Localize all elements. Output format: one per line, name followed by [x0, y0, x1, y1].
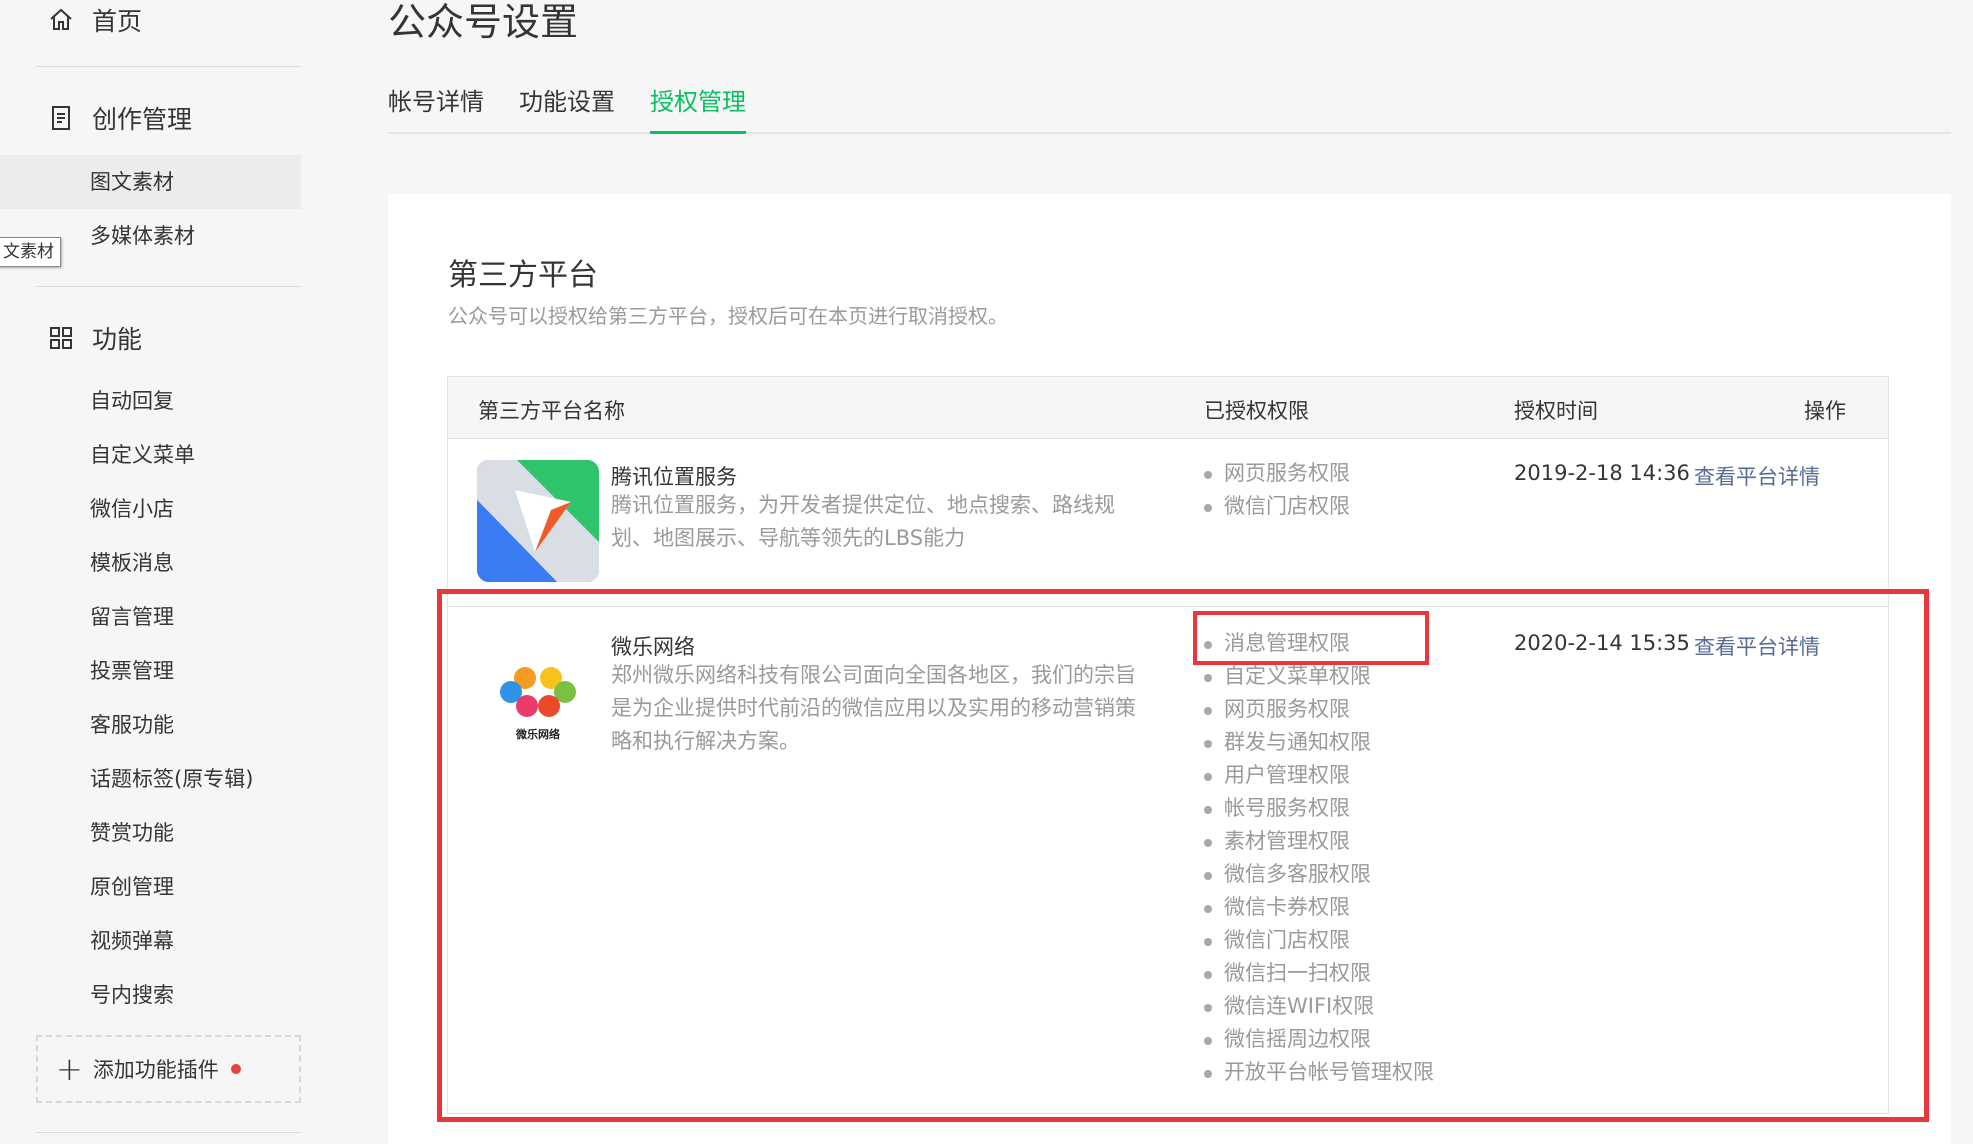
- sidebar: 首页 创作管理 图文素材 多媒体素材 文素材 功能 自动回复 自定义菜单 微信小…: [0, 0, 302, 1144]
- add-plugin-label: 添加功能插件: [92, 1058, 219, 1082]
- sidebar-item-customer-service[interactable]: 客服功能: [0, 698, 301, 752]
- app-description: 腾讯位置服务，为开发者提供定位、地点搜索、路线规划、地图展示、导航等领先的LBS…: [611, 493, 1115, 550]
- sidebar-item-voting[interactable]: 投票管理: [0, 644, 301, 698]
- sidebar-item-auto-reply[interactable]: 自动回复: [0, 374, 301, 428]
- table-header: 第三方平台名称 已授权权限 授权时间 操作: [448, 377, 1888, 439]
- sidebar-item-custom-menu[interactable]: 自定义菜单: [0, 428, 301, 482]
- sidebar-features-label: 功能: [92, 325, 143, 354]
- notification-dot: [230, 1064, 241, 1074]
- sidebar-divider: [36, 66, 301, 67]
- auth-time: 2019-2-18 14:36: [1514, 461, 1690, 485]
- tab-function-settings[interactable]: 功能设置: [519, 84, 615, 134]
- home-icon: [48, 7, 74, 33]
- permission-item: 微信门店权限: [1204, 490, 1350, 523]
- sidebar-item-originality[interactable]: 原创管理: [0, 860, 301, 914]
- sidebar-item-image-text[interactable]: 图文素材: [0, 155, 301, 209]
- header-name: 第三方平台名称: [478, 399, 625, 423]
- tab-account-details[interactable]: 帐号详情: [388, 84, 484, 134]
- sidebar-item-comments[interactable]: 留言管理: [0, 590, 301, 644]
- section-description: 公众号可以授权给第三方平台，授权后可在本页进行取消授权。: [448, 304, 1008, 328]
- header-action: 操作: [1804, 399, 1846, 423]
- highlight-box-permission: [1193, 611, 1429, 665]
- sidebar-creation-heading[interactable]: 创作管理: [48, 100, 192, 136]
- tab-bar: 帐号详情 功能设置 授权管理: [388, 84, 1951, 134]
- sidebar-features-heading[interactable]: 功能: [48, 320, 142, 356]
- page-title: 公众号设置: [388, 0, 579, 44]
- sidebar-divider: [36, 286, 301, 287]
- sidebar-item-appreciation[interactable]: 赞赏功能: [0, 806, 301, 860]
- sidebar-home-label: 首页: [92, 7, 143, 36]
- add-plugin-button[interactable]: + 添加功能插件: [36, 1035, 301, 1103]
- view-details-link[interactable]: 查看平台详情: [1694, 461, 1820, 491]
- sidebar-item-template-message[interactable]: 模板消息: [0, 536, 301, 590]
- plus-icon: +: [56, 1050, 83, 1088]
- highlight-box-row: [437, 589, 1929, 1122]
- document-icon: [48, 105, 74, 131]
- header-permissions: 已授权权限: [1204, 399, 1309, 423]
- grid-icon: [48, 325, 74, 351]
- sidebar-item-search[interactable]: 号内搜索: [0, 968, 301, 1022]
- permission-list: 网页服务权限 微信门店权限: [1204, 457, 1350, 523]
- tab-authorization[interactable]: 授权管理: [650, 84, 746, 134]
- section-title: 第三方平台: [448, 258, 598, 293]
- sidebar-item-wechat-store[interactable]: 微信小店: [0, 482, 301, 536]
- tencent-location-logo: [477, 460, 599, 582]
- sidebar-divider: [36, 1132, 301, 1133]
- sidebar-item-video-danmaku[interactable]: 视频弹幕: [0, 914, 301, 968]
- permission-item: 网页服务权限: [1204, 457, 1350, 490]
- header-time: 授权时间: [1514, 399, 1598, 423]
- app-name: 腾讯位置服务: [611, 465, 737, 489]
- tooltip: 文素材: [0, 237, 61, 267]
- sidebar-creation-label: 创作管理: [92, 105, 193, 134]
- sidebar-item-topic-tags[interactable]: 话题标签(原专辑): [0, 752, 301, 806]
- sidebar-home[interactable]: 首页: [48, 2, 142, 38]
